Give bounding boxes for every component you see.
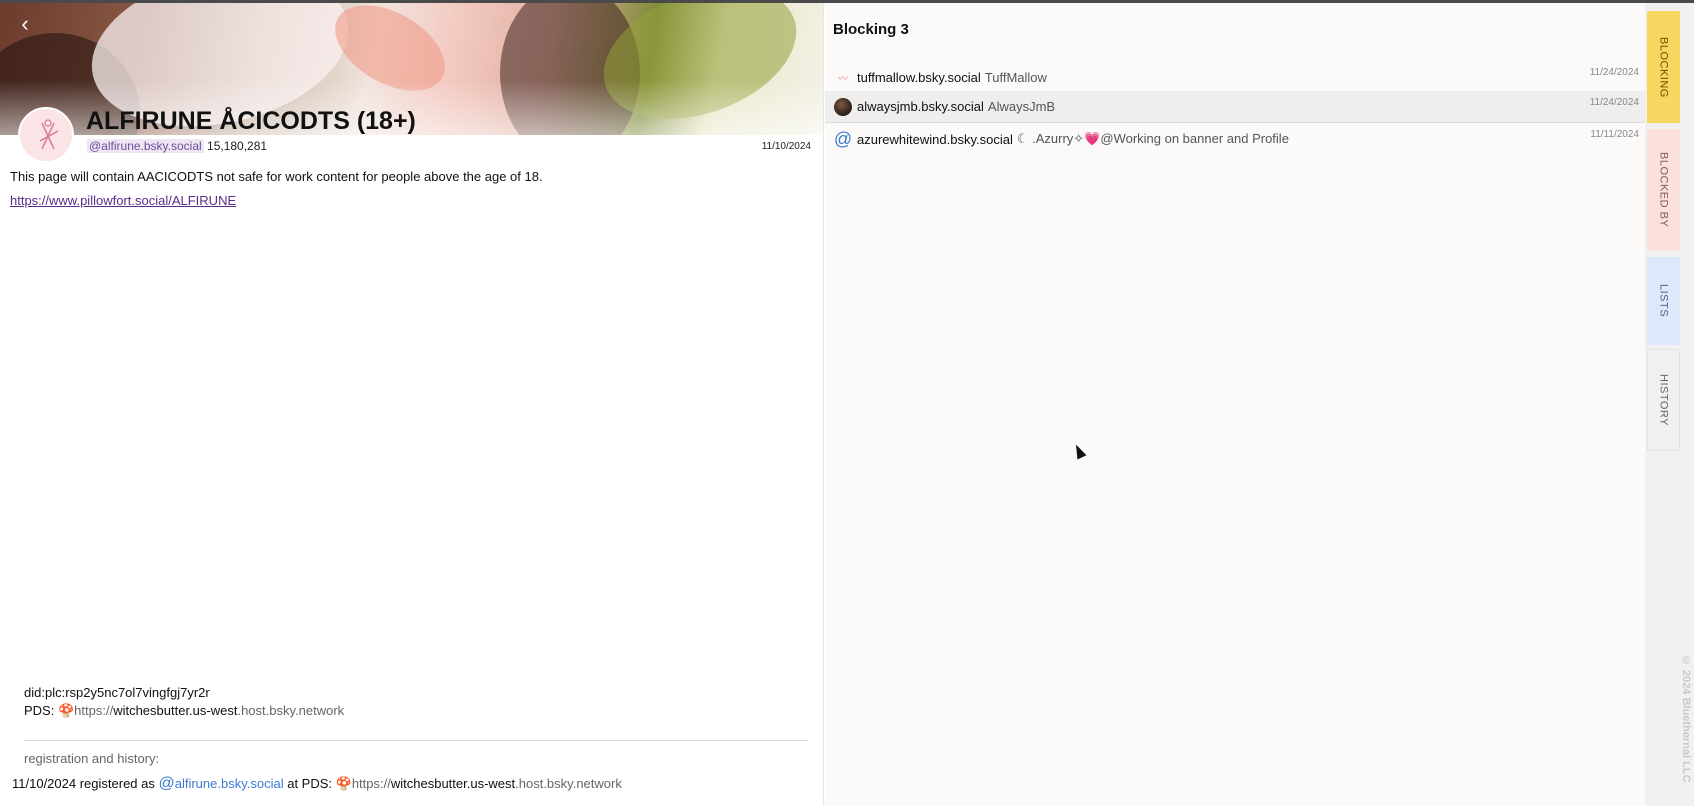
registration-handle-link[interactable]: @alfirune.bsky.social (158, 775, 284, 792)
row-handle: alwaysjmb.bsky.social (857, 99, 984, 114)
back-button[interactable]: ‹ (14, 11, 36, 37)
app-window: ‹ ALFIRUNE ÅCICODTS (18+) @alfirune.bsky… (0, 0, 1694, 806)
row-display-name: ☾ .Azurry✧💗@Working on banner and Profil… (1016, 131, 1289, 146)
registration-pds-host-rest: .host.bsky.network (515, 776, 622, 791)
avatar-icon (833, 97, 853, 117)
pds-host-main: witchesbutter.us-west (113, 703, 238, 718)
pds-label: PDS: (24, 703, 58, 718)
pds-row: PDS: 🍄https://witchesbutter.us-west.host… (24, 703, 344, 719)
registration-title: registration and history: (24, 751, 160, 766)
at-icon: @ (158, 775, 175, 792)
follower-count: 15,180,281 (207, 139, 268, 153)
blocking-panel: Blocking 3 〰 tuffmallow.bsky.social Tuff… (825, 3, 1645, 806)
list-item[interactable]: alwaysjmb.bsky.social AlwaysJmB 11/24/20… (825, 91, 1645, 123)
divider (24, 740, 808, 741)
row-date: 11/24/2024 (1589, 97, 1639, 108)
row-date: 11/24/2024 (1589, 67, 1639, 78)
profile-name: ALFIRUNE ÅCICODTS (18+) (86, 107, 416, 135)
blocking-title: Blocking 3 (833, 21, 909, 38)
at-pds-text: at PDS: (283, 776, 336, 791)
registration-entry: 11/10/2024 registered as @alfirune.bsky.… (12, 775, 622, 793)
registration-pds-host-main: witchesbutter.us-west (390, 776, 516, 791)
tab-lists[interactable]: LISTS (1647, 257, 1680, 345)
registration-date: 11/10/2024 (12, 776, 77, 791)
mushroom-icon: 🍄 (335, 776, 352, 791)
row-handle: azurewhitewind.bsky.social (857, 131, 1013, 147)
row-display-name: TuffMallow (984, 69, 1047, 85)
tab-blocking[interactable]: BLOCKING (1647, 11, 1680, 123)
pds-host-rest: .host.bsky.network (237, 703, 345, 718)
row-display-name: AlwaysJmB (987, 99, 1056, 114)
profile-handle[interactable]: @alfirune.bsky.social (87, 139, 204, 153)
row-handle: tuffmallow.bsky.social (857, 69, 981, 85)
at-icon: @ (833, 128, 853, 149)
profile-date: 11/10/2024 (761, 141, 811, 152)
copyright-text: © 2024 Bluethernal LLC (1680, 655, 1692, 783)
profile-handle-row: @alfirune.bsky.social 15,180,281 (87, 139, 267, 153)
pds-prefix: https:// (74, 703, 114, 718)
list-item[interactable]: @ azurewhitewind.bsky.social ☾ .Azurry✧💗… (825, 123, 1645, 155)
tab-blocked-by[interactable]: BLOCKED BY (1647, 129, 1680, 251)
avatar (18, 107, 74, 163)
profile-bio: This page will contain AACICODTS not saf… (10, 169, 543, 184)
registered-as-text: registered as (76, 776, 159, 791)
did-text: did:plc:rsp2y5nc7ol7vingfgj7yr2r (24, 685, 210, 700)
small-avatar-icon: 〰 (838, 73, 848, 85)
registration-handle: alfirune.bsky.social (174, 776, 284, 791)
registration-pds-prefix: https:// (351, 776, 391, 791)
list-item[interactable]: 〰 tuffmallow.bsky.social TuffMallow 11/2… (825, 61, 1645, 93)
profile-panel: ‹ ALFIRUNE ÅCICODTS (18+) @alfirune.bsky… (0, 3, 824, 806)
row-date: 11/11/2024 (1590, 129, 1639, 140)
tab-history[interactable]: HISTORY (1647, 349, 1680, 451)
profile-link[interactable]: https://www.pillowfort.social/ALFIRUNE (10, 193, 236, 208)
mushroom-icon: 🍄 (57, 703, 75, 718)
